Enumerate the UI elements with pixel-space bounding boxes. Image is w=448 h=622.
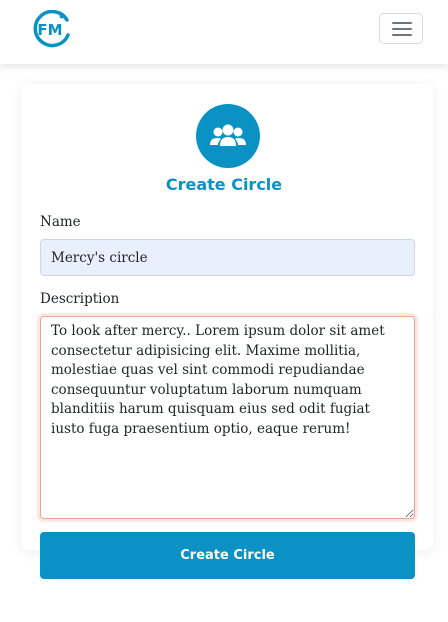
description-label: Description: [40, 291, 120, 307]
name-input[interactable]: [40, 239, 415, 276]
logo-text: FM: [37, 21, 62, 39]
page-title: Create Circle: [165, 175, 283, 194]
hamburger-line: [392, 28, 412, 30]
hamburger-menu-button[interactable]: [379, 13, 423, 44]
create-circle-button[interactable]: Create Circle: [40, 532, 415, 579]
users-group-icon: [196, 104, 260, 168]
hamburger-line: [392, 34, 412, 36]
app-logo[interactable]: FM: [30, 9, 72, 48]
fm-logo-icon: FM: [33, 9, 70, 48]
name-label: Name: [40, 214, 81, 230]
top-navbar: FM: [0, 0, 448, 64]
users-group-icon-graphic: [210, 124, 246, 146]
hamburger-menu-icon: [392, 22, 412, 24]
description-textarea[interactable]: To look after mercy.. Lorem ipsum dolor …: [40, 316, 415, 519]
